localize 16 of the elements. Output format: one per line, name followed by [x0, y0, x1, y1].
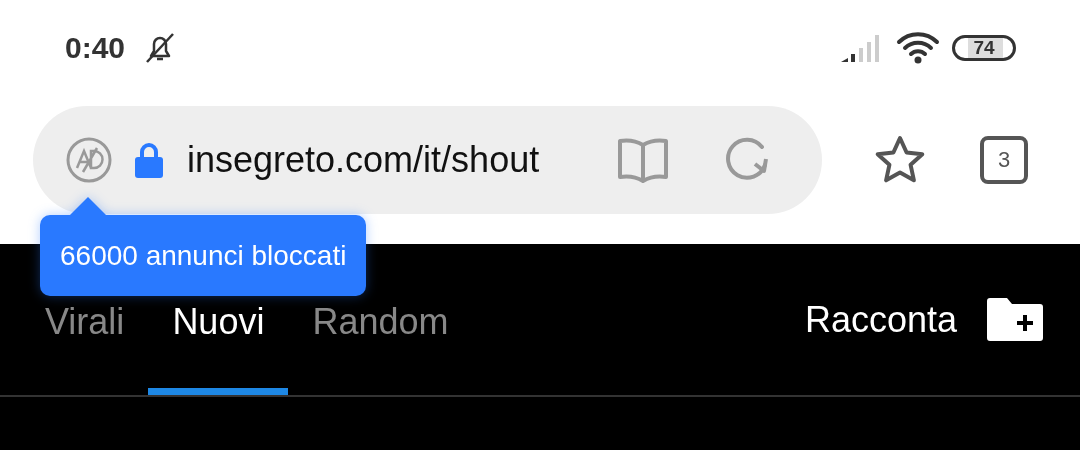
- nav-tab[interactable]: Random: [288, 301, 473, 395]
- address-bar[interactable]: insegreto.com/it/shout: [33, 105, 822, 214]
- wifi-icon: [896, 31, 940, 64]
- folder-add-icon: [987, 297, 1043, 341]
- tell-story-button[interactable]: Racconta: [804, 297, 1080, 341]
- bookmark-star-icon[interactable]: [874, 134, 926, 185]
- battery-level: 74: [952, 34, 1016, 61]
- reader-mode-icon[interactable]: [617, 136, 669, 183]
- url-text: insegreto.com/it/shout: [187, 138, 541, 181]
- signal-icon: [840, 32, 880, 63]
- tooltip-text: 66000 annunci bloccati: [60, 239, 347, 272]
- nav-tab[interactable]: Virali: [21, 301, 149, 395]
- clock-time: 0:40: [65, 30, 126, 65]
- ad-block-icon[interactable]: [65, 135, 113, 184]
- tab-count-button[interactable]: 3: [980, 135, 1028, 184]
- lock-icon: [135, 141, 163, 178]
